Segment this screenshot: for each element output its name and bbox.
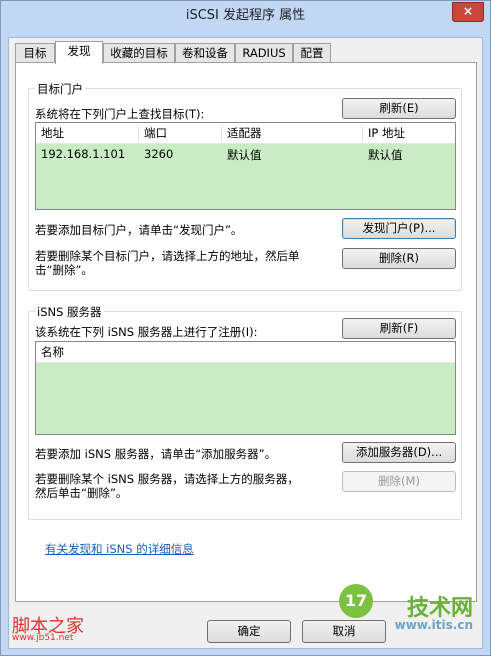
remove-portal-instructions-line2: 击“删除”。 [35,263,93,277]
watermark-logo-icon: 17 [339,584,373,618]
portal-address-cell: 192.168.1.101 [41,147,126,161]
isns-servers-group: iSNS 服务器 该系统在下列 iSNS 服务器上进行了注册(I): 刷新(F)… [28,304,462,520]
portal-ip-cell: 默认值 [368,148,403,162]
discover-portal-button[interactable]: 发现门户(P)... [342,218,456,239]
column-header-adapter[interactable]: 适配器 [222,123,362,143]
close-button[interactable]: × [452,2,484,22]
add-portal-instructions: 若要添加目标门户，请单击“发现门户”。 [35,223,243,237]
watermark-right-url: www.itis.cn [394,618,473,632]
column-header-name[interactable]: 名称 [36,342,176,362]
add-isns-server-button[interactable]: 添加服务器(D)... [342,442,456,463]
dialog-client: 目标 发现 收藏的目标 卷和设备 RADIUS 配置 目标门户 系统将在下列门户… [8,37,483,649]
more-info-link[interactable]: 有关发现和 iSNS 的详细信息 [45,541,194,557]
isns-servers-list[interactable]: 名称 [35,341,456,435]
tab-favorite-targets[interactable]: 收藏的目标 [103,43,175,62]
target-portals-group: 目标门户 系统将在下列门户上查找目标(T): 刷新(E) 地址 端口 适配器 I… [28,81,462,291]
tab-discovery[interactable]: 发现 [55,41,103,64]
portal-adapter-cell: 默认值 [227,148,262,162]
tab-configuration[interactable]: 配置 [293,43,331,62]
ok-button[interactable]: 确定 [207,620,291,643]
window-title: iSCSI 发起程序 属性 [185,8,306,23]
column-header-ip-address[interactable]: IP 地址 [363,123,455,143]
dialog-window: iSCSI 发起程序 属性 × 目标 发现 收藏的目标 卷和设备 RADIUS … [0,0,491,656]
tab-radius[interactable]: RADIUS [235,43,293,62]
discovery-page: 目标门户 系统将在下列门户上查找目标(T): 刷新(E) 地址 端口 适配器 I… [15,62,477,602]
tab-volumes-devices[interactable]: 卷和设备 [175,43,235,62]
tab-targets[interactable]: 目标 [15,43,55,62]
cancel-button[interactable]: 取消 [302,620,386,643]
remove-isns-instructions-line2: 然后单击“删除”。 [35,486,128,500]
isns-servers-title: iSNS 服务器 [35,304,104,320]
portal-port-cell: 3260 [144,147,174,161]
isns-list-header: 名称 [36,342,455,363]
isns-description: 该系统在下列 iSNS 服务器上进行了注册(I): [35,325,258,339]
refresh-portals-button[interactable]: 刷新(E) [342,98,456,119]
refresh-isns-button[interactable]: 刷新(F) [342,318,456,339]
remove-isns-server-button[interactable]: 删除(M) [342,471,456,492]
target-portals-title: 目标门户 [35,81,85,97]
watermark-left-url: www.jb51.net [12,633,74,643]
table-row[interactable]: 192.168.1.101 3260 默认值 默认值 [36,145,455,163]
target-portals-list[interactable]: 地址 端口 适配器 IP 地址 192.168.1.101 3260 默认值 默… [35,122,456,210]
column-header-port[interactable]: 端口 [139,123,221,143]
target-portals-description: 系统将在下列门户上查找目标(T): [35,107,205,121]
remove-portal-button[interactable]: 删除(R) [342,248,456,269]
column-header-address[interactable]: 地址 [36,123,138,143]
add-isns-instructions: 若要添加 iSNS 服务器，请单击“添加服务器”。 [35,447,277,461]
close-icon: × [462,4,474,18]
target-portals-list-header: 地址 端口 适配器 IP 地址 [36,123,455,144]
